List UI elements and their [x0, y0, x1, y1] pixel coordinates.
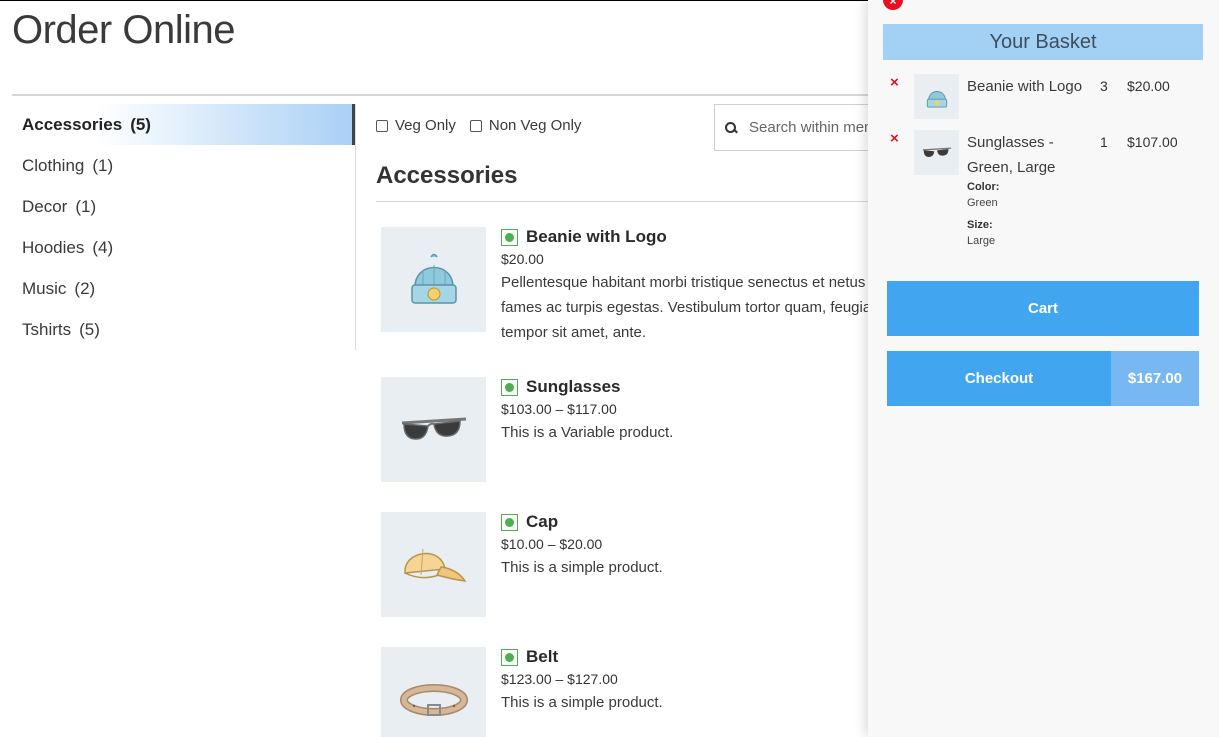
product-info: Sunglasses $103.00 – $117.00 This is a V… — [501, 377, 871, 445]
menu-search-input[interactable]: Search within menu — [714, 104, 884, 151]
category-label: Hoodies — [22, 237, 85, 257]
product-name[interactable]: Beanie with Logo — [526, 227, 667, 247]
description-line: This is a simple product. — [501, 694, 663, 711]
product-image[interactable] — [381, 647, 486, 737]
product-image[interactable] — [381, 377, 486, 482]
product-image[interactable] — [381, 512, 486, 617]
header-divider — [12, 94, 882, 96]
veg-indicator-icon — [501, 228, 518, 246]
product-name[interactable]: Cap — [526, 512, 558, 532]
category-label: Accessories — [22, 114, 123, 134]
attribute-value: Large — [967, 235, 996, 247]
veg-indicator-icon — [501, 513, 518, 531]
product-price: $103.00 – $117.00 — [501, 401, 617, 417]
basket-item-qty: 1 — [1100, 134, 1108, 150]
cart-button[interactable]: Cart — [887, 281, 1199, 336]
category-count: (1) — [75, 196, 97, 216]
product-price: $10.00 – $20.00 — [501, 536, 603, 552]
basket-item-price: $107.00 — [1127, 134, 1178, 150]
category-label: Music — [22, 278, 67, 298]
page-title: Order Online — [12, 8, 235, 52]
product-price: $123.00 – $127.00 — [501, 671, 618, 687]
category-accessories[interactable]: Accessories (5) — [12, 104, 355, 145]
section-title: Accessories — [376, 162, 518, 189]
category-list: Accessories (5) Clothing (1) Decor (1) H… — [12, 104, 356, 350]
description-line: This is a Variable product. — [501, 424, 674, 441]
sunglasses-icon — [401, 417, 466, 440]
beanie-icon — [926, 90, 947, 108]
basket-total: $167.00 — [1111, 351, 1199, 406]
category-decor[interactable]: Decor (1) — [12, 186, 355, 227]
description-line: Pellentesque habitant morbi tristique se… — [501, 274, 866, 291]
veg-only-label: Veg Only — [395, 117, 456, 134]
basket-item-image — [914, 130, 959, 175]
category-count: (1) — [92, 155, 114, 175]
basket-item-name-line: Green, Large — [967, 159, 1056, 176]
product-info: Belt $123.00 – $127.00 This is a simple … — [501, 647, 871, 715]
cap-icon — [403, 548, 467, 582]
basket-title: Your Basket — [883, 24, 1203, 60]
product-price: $20.00 — [501, 251, 544, 267]
category-count: (5) — [79, 319, 100, 339]
product-info: Cap $10.00 – $20.00 This is a simple pro… — [501, 512, 871, 580]
category-hoodies[interactable]: Hoodies (4) — [12, 227, 355, 268]
basket-item-qty: 3 — [1100, 78, 1108, 94]
basket-panel: × Your Basket × Beanie with Logo 3 $20.0… — [868, 0, 1219, 737]
product-image[interactable] — [381, 227, 486, 332]
veg-only-filter[interactable]: Veg Only — [376, 117, 456, 134]
product-name[interactable]: Belt — [526, 647, 558, 667]
remove-item-icon[interactable]: × — [890, 74, 899, 91]
search-placeholder: Search within menu — [749, 119, 881, 136]
belt-icon — [399, 683, 468, 716]
description-line: This is a simple product. — [501, 559, 663, 576]
product-description: This is a simple product. — [501, 690, 871, 715]
veg-indicator-icon — [501, 378, 518, 396]
basket-item-name: Sunglasses - Green, Large — [967, 130, 1087, 180]
description-line: tempor sit amet, ante. — [501, 324, 647, 341]
product-description: Pellentesque habitant morbi tristique se… — [501, 270, 871, 345]
category-tshirts[interactable]: Tshirts (5) — [12, 309, 355, 350]
checkout-label: Checkout — [964, 370, 1034, 387]
basket-item-name: Beanie with Logo — [967, 78, 1083, 95]
non-veg-only-label: Non Veg Only — [488, 117, 582, 134]
category-clothing[interactable]: Clothing (1) — [12, 145, 355, 186]
section-divider — [376, 201, 871, 202]
basket-item-image — [914, 74, 959, 119]
basket-item-price: $20.00 — [1127, 78, 1170, 94]
product-description: This is a simple product. — [501, 555, 871, 580]
filter-bar: Veg Only Non Veg Only — [376, 117, 595, 134]
close-icon[interactable]: × — [883, 0, 903, 10]
checkout-button[interactable]: Checkout $167.00 — [887, 351, 1199, 406]
category-label: Tshirts — [22, 319, 72, 339]
category-count: (4) — [92, 237, 114, 257]
product-name[interactable]: Sunglasses — [526, 377, 621, 397]
basket-item-name-line: Sunglasses - — [967, 134, 1054, 151]
category-label: Clothing — [22, 155, 85, 175]
remove-item-icon[interactable]: × — [890, 130, 899, 147]
attribute-label: Color: — [967, 181, 1000, 193]
category-label: Decor — [22, 196, 68, 216]
search-icon — [725, 121, 737, 134]
category-music[interactable]: Music (2) — [12, 268, 355, 309]
non-veg-only-checkbox[interactable] — [469, 119, 482, 132]
description-line: fames ac turpis egestas. Vestibulum tort… — [501, 299, 871, 316]
attribute-value: Green — [967, 197, 998, 209]
attribute-label: Size: — [967, 219, 993, 231]
category-count: (5) — [130, 114, 151, 134]
beanie-icon — [410, 253, 457, 304]
category-count: (2) — [74, 278, 96, 298]
product-info: Beanie with Logo $20.00 Pellentesque hab… — [501, 227, 871, 345]
product-description: This is a Variable product. — [501, 420, 871, 445]
veg-indicator-icon — [501, 648, 518, 666]
veg-only-checkbox[interactable] — [376, 119, 388, 132]
non-veg-only-filter[interactable]: Non Veg Only — [469, 117, 582, 134]
sunglasses-icon — [922, 146, 951, 157]
